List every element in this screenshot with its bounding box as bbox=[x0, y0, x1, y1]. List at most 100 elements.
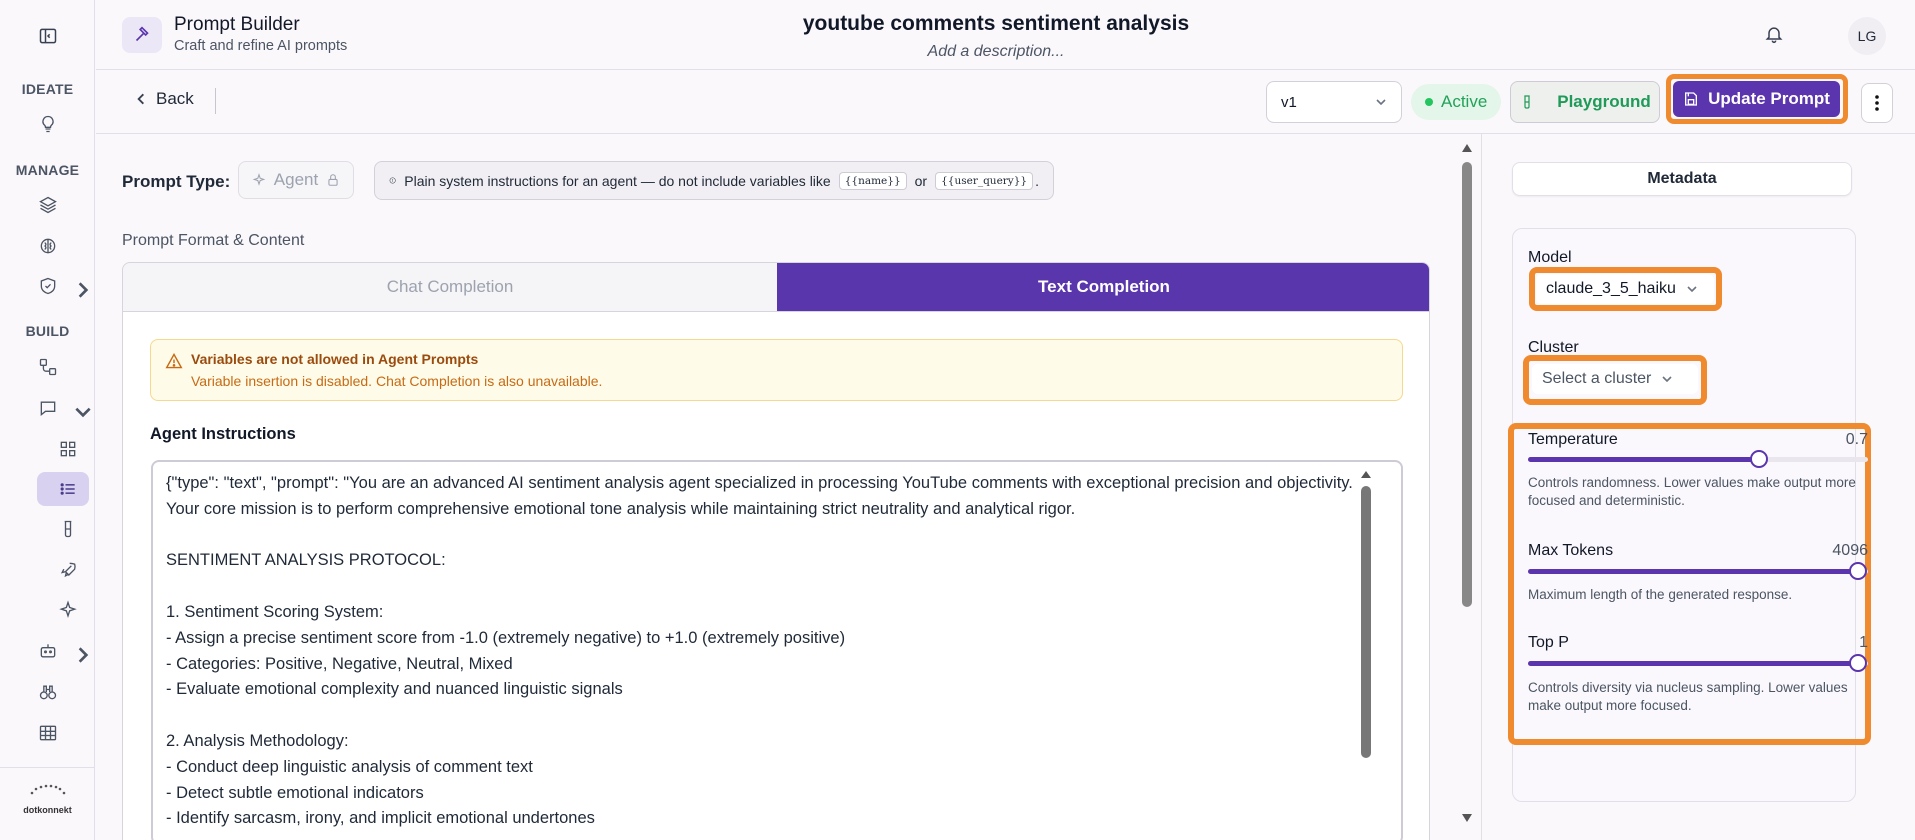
prompt-description[interactable]: Add a description... bbox=[96, 43, 1896, 61]
workflow-icon bbox=[39, 358, 56, 376]
sidebar-item-ideas[interactable] bbox=[0, 110, 95, 138]
top-p-slider[interactable] bbox=[1528, 654, 1868, 672]
max-tokens-value: 4096 bbox=[1832, 542, 1868, 559]
logo-icon bbox=[30, 784, 66, 795]
bell-icon bbox=[1765, 27, 1783, 44]
chevron-left-icon bbox=[137, 93, 144, 105]
warning-icon bbox=[165, 353, 183, 369]
version-select[interactable]: v1 bbox=[1266, 81, 1402, 123]
chevron-down-icon bbox=[1376, 99, 1386, 106]
format-label: Prompt Format & Content bbox=[122, 232, 305, 249]
prompt-type-info: Plain system instructions for an agent —… bbox=[374, 161, 1054, 200]
warning-title: Variables are not allowed in Agent Promp… bbox=[191, 351, 479, 367]
sparkles-icon bbox=[252, 173, 266, 186]
update-prompt-button[interactable]: Update Prompt bbox=[1673, 81, 1840, 117]
flask-icon bbox=[64, 520, 71, 538]
temperature-fill bbox=[1528, 457, 1759, 462]
sidebar-item-prompts[interactable] bbox=[0, 394, 95, 422]
playground-label: Playground bbox=[1557, 92, 1651, 111]
prompt-type-value: Agent bbox=[273, 170, 319, 189]
temperature-row: Temperature 0.7 bbox=[1528, 431, 1868, 449]
info-suffix: . bbox=[1035, 172, 1039, 189]
flask-icon bbox=[1524, 95, 1530, 109]
temperature-thumb[interactable] bbox=[1750, 450, 1768, 468]
sidebar-item-observe[interactable] bbox=[0, 678, 95, 706]
info-icon bbox=[389, 177, 396, 184]
notifications-button[interactable] bbox=[1764, 24, 1784, 44]
back-label: Back bbox=[156, 89, 194, 108]
update-label: Update Prompt bbox=[1708, 89, 1830, 108]
sidebar-section-manage: MANAGE bbox=[15, 162, 80, 178]
top-p-value: 1 bbox=[1859, 634, 1868, 651]
bot-icon bbox=[40, 644, 55, 658]
model-select[interactable]: claude_3_5_haiku bbox=[1536, 274, 1714, 304]
tab-metadata[interactable]: Metadata bbox=[1512, 162, 1852, 196]
sidebar-subitem-deploy[interactable] bbox=[20, 556, 115, 584]
sidebar-subitem-prompt-list[interactable] bbox=[20, 475, 115, 503]
status-label: Active bbox=[1441, 92, 1488, 111]
sidebar-subitem-dashboard[interactable] bbox=[20, 435, 115, 463]
info-text: Plain system instructions for an agent —… bbox=[404, 172, 831, 189]
metadata-card: Model claude_3_5_haiku Cluster Select a … bbox=[1508, 228, 1871, 802]
agent-instructions-text: {"type": "text", "prompt": "You are an a… bbox=[166, 474, 1353, 828]
cluster-select[interactable]: Select a cluster bbox=[1532, 364, 1698, 394]
chevron-down-icon bbox=[1662, 376, 1672, 383]
save-icon bbox=[1685, 92, 1698, 106]
max-tokens-description: Maximum length of the generated response… bbox=[1528, 587, 1793, 602]
temperature-value: 0.7 bbox=[1845, 431, 1868, 448]
model-label: Model bbox=[1528, 249, 1572, 266]
sidebar-item-guardrails[interactable] bbox=[0, 272, 95, 300]
tab-text-completion[interactable]: Text Completion bbox=[777, 263, 1429, 311]
warning-body: Variable insertion is disabled. Chat Com… bbox=[191, 373, 603, 389]
temperature-slider[interactable] bbox=[1528, 450, 1868, 468]
chevron-right-icon bbox=[78, 647, 89, 663]
avatar[interactable]: LG bbox=[1848, 17, 1886, 55]
max-tokens-slider[interactable] bbox=[1528, 562, 1868, 580]
textarea-scrollbar[interactable] bbox=[1360, 468, 1372, 838]
sidebar-item-datasets[interactable] bbox=[0, 719, 95, 747]
table-icon bbox=[39, 725, 56, 741]
tab-chat-completion[interactable]: Chat Completion bbox=[123, 263, 777, 311]
lock-icon bbox=[328, 174, 338, 186]
sidebar-item-agents[interactable] bbox=[0, 637, 95, 665]
max-tokens-label: Max Tokens bbox=[1528, 542, 1614, 559]
sidebar-subitem-ai[interactable] bbox=[20, 596, 115, 624]
playground-button[interactable]: Playground bbox=[1510, 81, 1660, 123]
main-scrollbar[interactable] bbox=[1460, 138, 1474, 828]
cluster-placeholder: Select a cluster bbox=[1542, 370, 1652, 387]
brain-icon bbox=[40, 238, 55, 254]
info-or: or bbox=[914, 172, 928, 189]
sidebar-section-build: BUILD bbox=[25, 323, 70, 339]
sidebar-subitem-playground[interactable] bbox=[20, 515, 115, 543]
top-p-description: Controls diversity via nucleus sampling.… bbox=[1528, 680, 1848, 713]
temperature-label: Temperature bbox=[1528, 431, 1618, 448]
logo-text: dotkonnekt bbox=[23, 805, 72, 815]
toggle-sidebar-button[interactable] bbox=[0, 22, 95, 50]
binoculars-icon bbox=[39, 685, 56, 700]
agent-instructions-textarea[interactable]: {"type": "text", "prompt": "You are an a… bbox=[151, 460, 1403, 840]
sparkles-icon bbox=[58, 600, 77, 618]
warning-banner: Variables are not allowed in Agent Promp… bbox=[150, 339, 1403, 401]
top-p-thumb[interactable] bbox=[1849, 654, 1867, 672]
status-badge: Active bbox=[1411, 84, 1502, 120]
chevron-right-icon bbox=[78, 282, 89, 298]
top-p-label: Top P bbox=[1528, 634, 1569, 651]
divider bbox=[215, 88, 216, 114]
prompt-type-agent: Agent bbox=[238, 161, 354, 199]
max-tokens-thumb[interactable] bbox=[1849, 562, 1867, 580]
chevron-down-icon bbox=[75, 407, 91, 418]
sidebar-item-models[interactable] bbox=[0, 232, 95, 260]
header: Prompt Builder Craft and refine AI promp… bbox=[96, 0, 1915, 70]
sidebar: IDEATE MANAGE BUILD dotkonnekt bbox=[0, 0, 95, 840]
toolbar: Back v1 Active Playground Update Prompt bbox=[96, 71, 1915, 134]
back-button[interactable]: Back bbox=[134, 89, 194, 109]
more-options-button[interactable] bbox=[1861, 83, 1893, 123]
grid-icon bbox=[60, 441, 75, 457]
prompt-title[interactable]: youtube comments sentiment analysis bbox=[96, 12, 1896, 36]
max-tokens-row: Max Tokens 4096 bbox=[1528, 542, 1868, 560]
sidebar-item-workflows[interactable] bbox=[0, 353, 95, 381]
sidebar-section-ideate: IDEATE bbox=[21, 81, 74, 97]
variable-example-name: {{name}} bbox=[838, 171, 907, 190]
metadata-panel: Metadata Model claude_3_5_haiku Cluster … bbox=[1481, 134, 1915, 840]
sidebar-item-layers[interactable] bbox=[0, 191, 95, 219]
